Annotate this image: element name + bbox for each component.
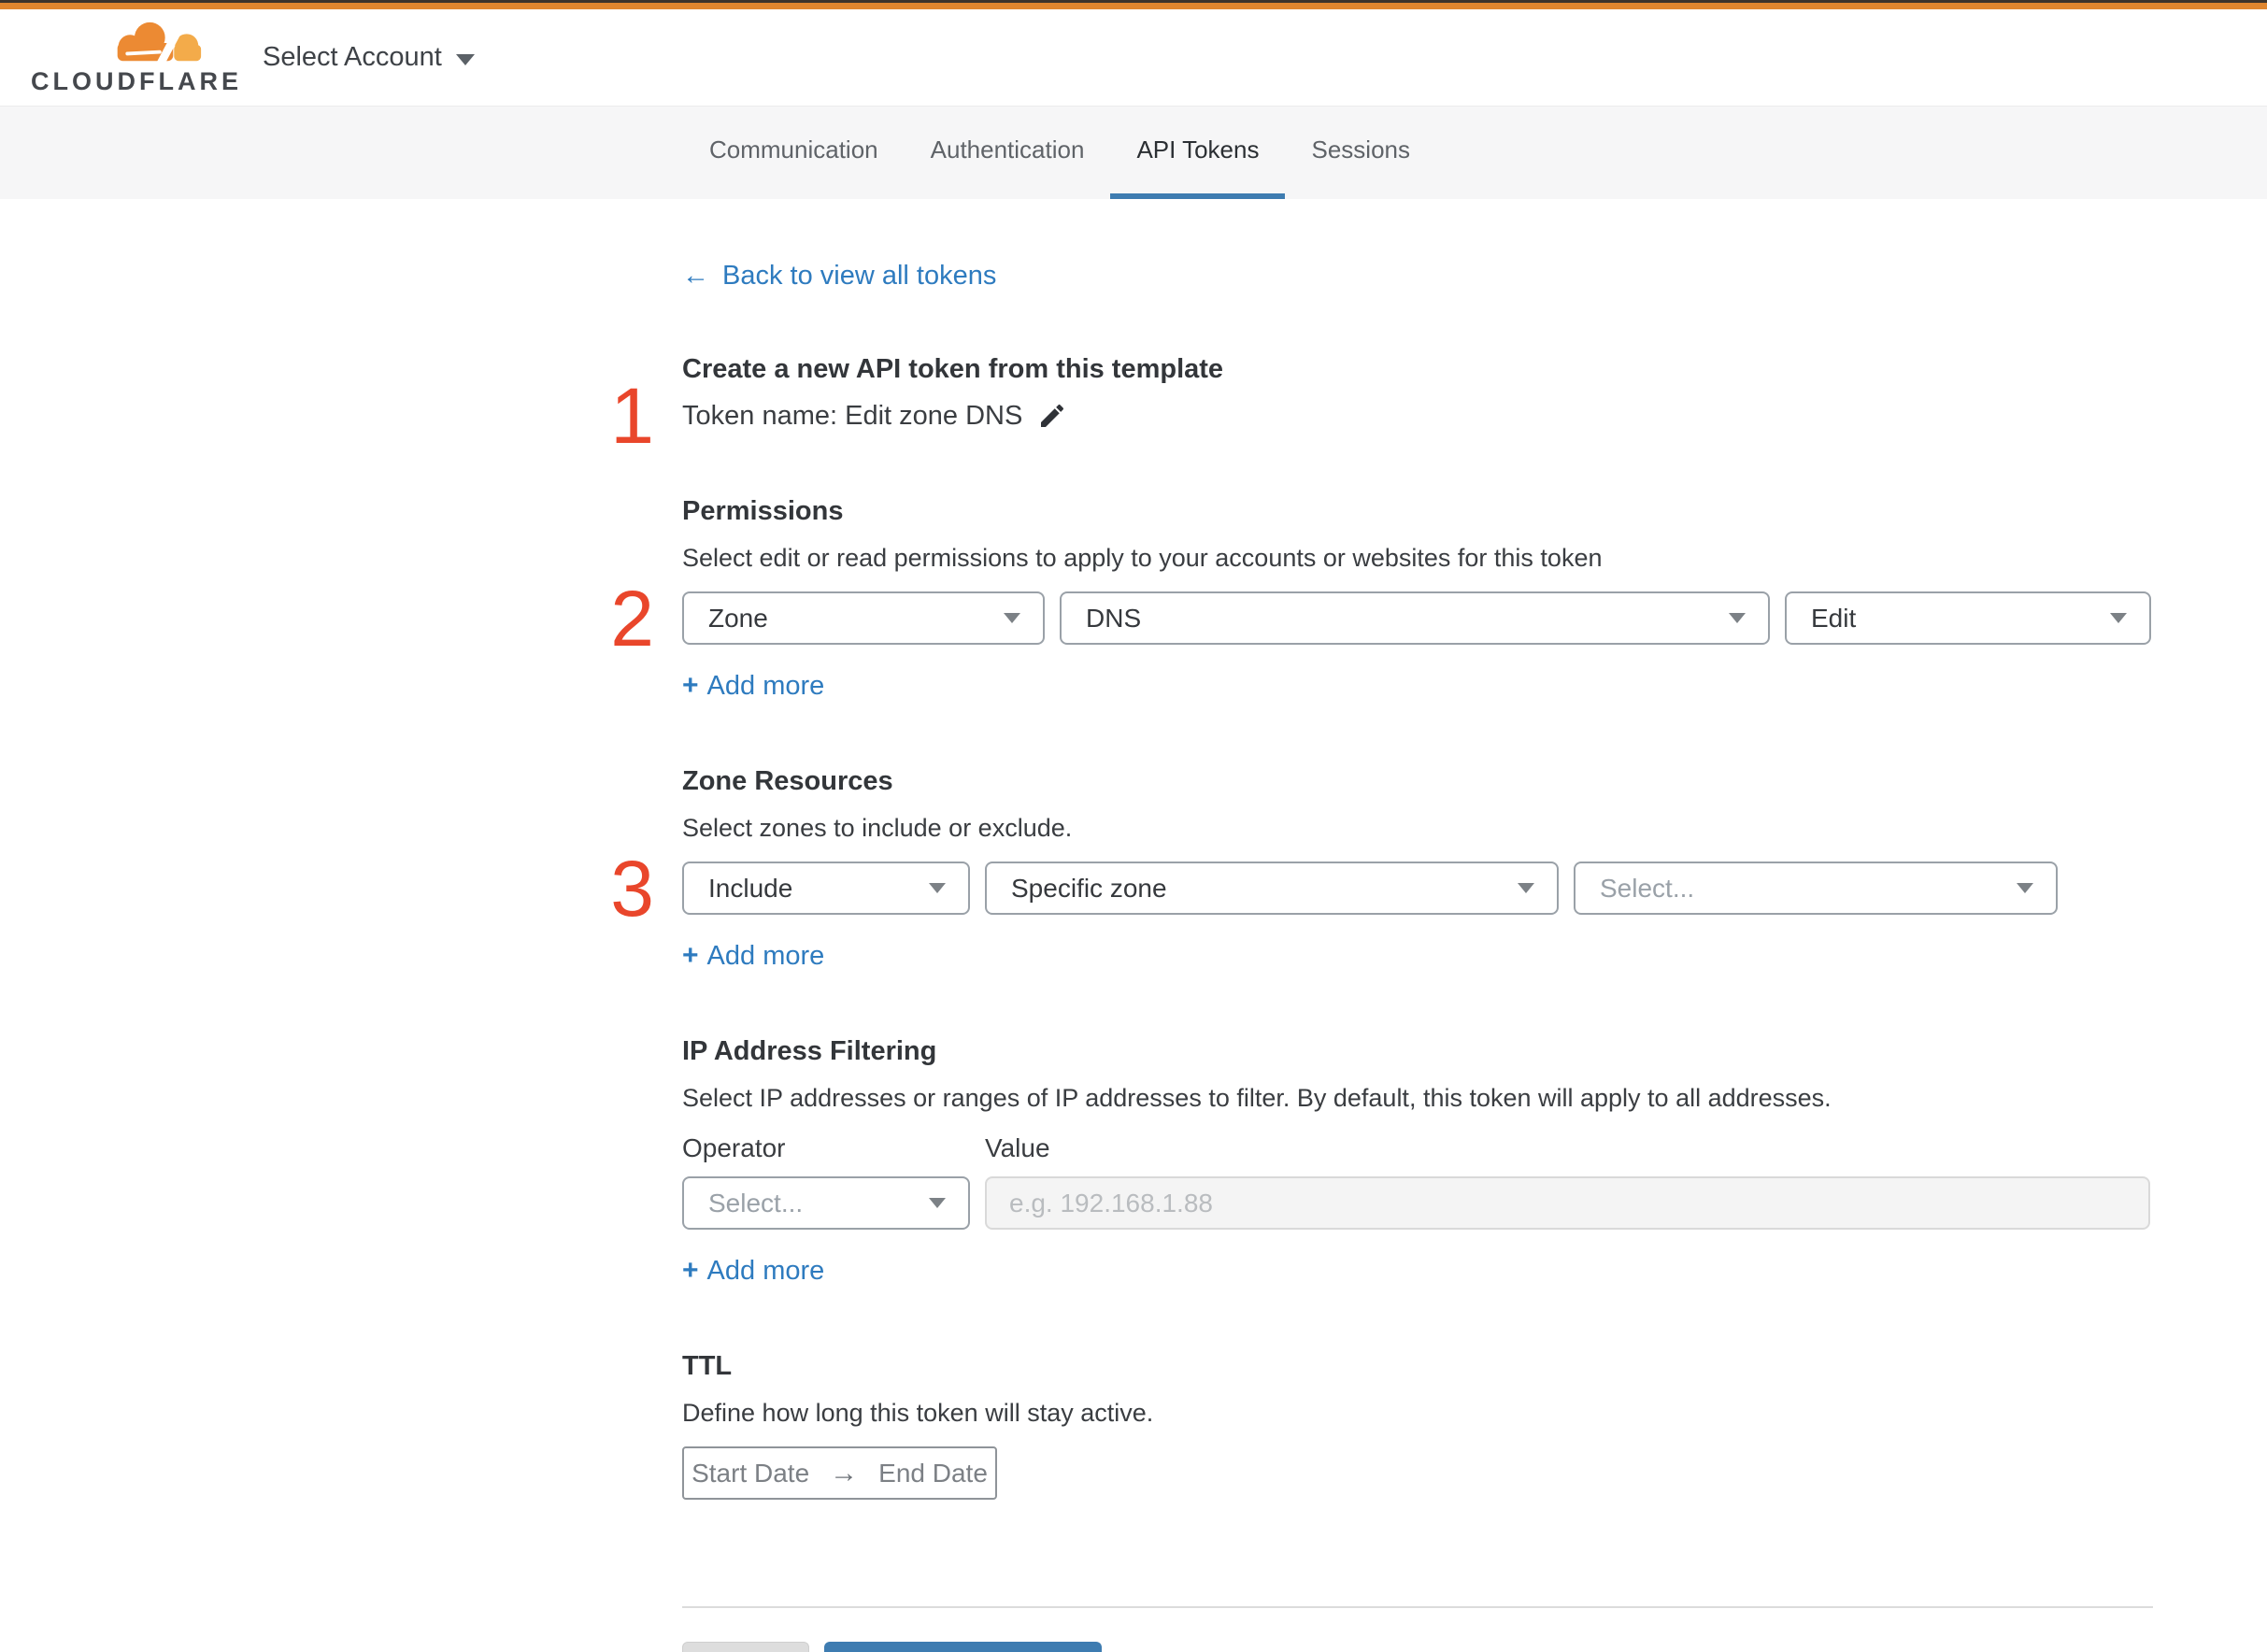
permission-resource-value: DNS (1086, 603, 1142, 633)
section-ip-filtering: IP Address Filtering Select IP addresses… (682, 1034, 2155, 1288)
permission-access-value: Edit (1811, 603, 1857, 633)
cloudflare-logo: CLOUDFLARE (31, 19, 238, 96)
operator-select[interactable]: Select... (682, 1176, 970, 1230)
template-heading: Create a new API token from this templat… (682, 354, 1224, 384)
operator-label: Operator (682, 1133, 786, 1162)
caret-down-icon (929, 883, 946, 893)
zone-mode-select[interactable]: Include (682, 862, 970, 915)
zone-resources-description: Select zones to include or exclude. (682, 814, 1073, 842)
zone-resources-heading: Zone Resources (682, 766, 893, 796)
section-permissions: Permissions Select edit or read permissi… (610, 494, 2155, 703)
ttl-heading: TTL (682, 1351, 733, 1381)
zone-resources-row: 3 Include Specific zone Select... (610, 849, 2155, 928)
step-number-3: 3 (610, 844, 654, 933)
tab-label: Authentication (930, 135, 1085, 164)
permission-resource-select[interactable]: DNS (1060, 591, 1770, 645)
ttl-date-range-picker[interactable]: Start Date → End Date (682, 1446, 997, 1500)
zone-resources-add-more-button[interactable]: + Add more (682, 939, 824, 973)
permissions-heading: Permissions (682, 496, 844, 526)
ip-value-input[interactable] (985, 1176, 2150, 1230)
section-ttl: TTL Define how long this token will stay… (682, 1349, 2155, 1500)
caret-down-icon (929, 1198, 946, 1208)
plus-icon: + (682, 940, 699, 971)
start-date-placeholder: Start Date (692, 1458, 810, 1488)
step-number-1: 1 (610, 372, 654, 460)
operator-select-placeholder: Select... (708, 1188, 804, 1218)
caret-down-icon (1729, 613, 1746, 623)
token-name-row: 1 Token name: Edit zone DNS (610, 377, 2155, 455)
tab-label: Sessions (1311, 135, 1410, 164)
ip-filtering-row: Select... (682, 1176, 2155, 1230)
account-selector[interactable]: Select Account (263, 42, 475, 73)
add-more-label: Add more (706, 671, 825, 701)
caret-down-icon (2110, 613, 2127, 623)
plus-icon: + (682, 670, 699, 701)
plus-icon: + (682, 1255, 699, 1286)
arrow-right-icon: → (830, 1457, 859, 1488)
zone-mode-value: Include (708, 873, 793, 903)
add-more-label: Add more (706, 1256, 825, 1286)
end-date-placeholder: End Date (878, 1458, 988, 1488)
top-accent-orange-bar (0, 3, 2267, 9)
section-zone-resources: Zone Resources Select zones to include o… (610, 764, 2155, 973)
tab-communication[interactable]: Communication (683, 107, 905, 199)
tab-bar: Communication Authentication API Tokens … (0, 106, 2267, 199)
footer-divider (682, 1606, 2153, 1608)
tab-sessions[interactable]: Sessions (1285, 107, 1436, 199)
brand-wordmark: CLOUDFLARE (31, 67, 242, 95)
back-link-label: Back to view all tokens (722, 261, 997, 291)
permission-scope-value: Zone (708, 603, 768, 633)
caret-down-icon (2017, 883, 2033, 893)
value-label: Value (985, 1133, 1050, 1162)
edit-pencil-icon[interactable] (1037, 401, 1067, 431)
caret-down-icon (455, 53, 475, 65)
zone-select-placeholder: Select... (1600, 873, 1695, 903)
zone-type-value: Specific zone (1011, 873, 1167, 903)
permissions-row: 2 Zone DNS Edit (610, 579, 2155, 658)
ip-filtering-description: Select IP addresses or ranges of IP addr… (682, 1084, 1832, 1112)
cancel-button[interactable]: Cancel (682, 1642, 809, 1652)
zone-select[interactable]: Select... (1574, 862, 2058, 915)
back-link[interactable]: ← Back to view all tokens (682, 259, 996, 292)
caret-down-icon (1518, 883, 1534, 893)
zone-type-select[interactable]: Specific zone (985, 862, 1559, 915)
account-selector-label: Select Account (263, 42, 442, 72)
step-number-2: 2 (610, 574, 654, 662)
cloudflare-cloud-icon (117, 21, 202, 65)
footer-actions: Cancel Continue to summary (682, 1642, 2155, 1652)
main-content: ← Back to view all tokens Create a new A… (0, 199, 2267, 1652)
permissions-description: Select edit or read permissions to apply… (682, 544, 1603, 572)
add-more-label: Add more (706, 941, 825, 971)
permission-scope-select[interactable]: Zone (682, 591, 1045, 645)
token-name-text: Token name: Edit zone DNS (682, 401, 1023, 431)
tab-label: Communication (709, 135, 878, 164)
tab-authentication[interactable]: Authentication (905, 107, 1111, 199)
tab-api-tokens[interactable]: API Tokens (1110, 107, 1286, 199)
permissions-add-more-button[interactable]: + Add more (682, 669, 824, 703)
tab-label: API Tokens (1136, 135, 1260, 164)
caret-down-icon (1004, 613, 1020, 623)
ip-filtering-heading: IP Address Filtering (682, 1036, 937, 1066)
ip-filtering-labels: Operator Value (682, 1133, 2155, 1163)
section-token-template: Create a new API token from this templat… (610, 352, 2155, 455)
app-header: CLOUDFLARE Select Account (0, 9, 2267, 106)
ttl-description: Define how long this token will stay act… (682, 1399, 1154, 1427)
back-arrow-icon: ← (682, 261, 709, 291)
ip-filtering-add-more-button[interactable]: + Add more (682, 1254, 824, 1288)
continue-to-summary-button[interactable]: Continue to summary (824, 1642, 1102, 1652)
permission-access-select[interactable]: Edit (1785, 591, 2151, 645)
